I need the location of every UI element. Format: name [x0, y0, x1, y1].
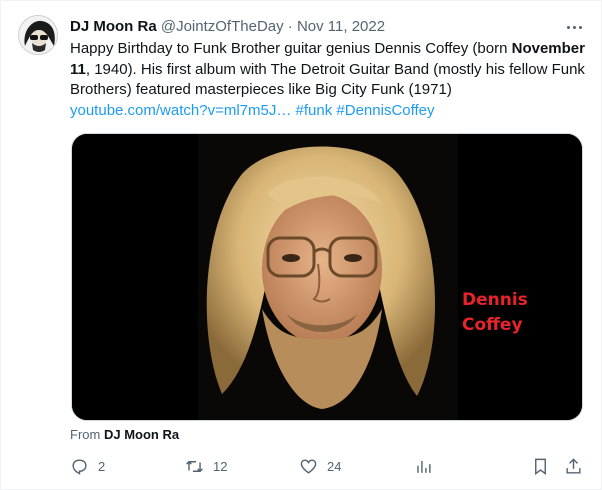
- more-dot-icon: [572, 25, 576, 29]
- retweet-count: 12: [213, 458, 228, 474]
- share-button[interactable]: [564, 455, 583, 477]
- tweet-media-image[interactable]: Dennis Coffey: [71, 133, 583, 421]
- media-caption-line1: Dennis: [462, 290, 528, 310]
- media-attribution: From DJ Moon Ra: [70, 427, 179, 443]
- header-separator: ·: [287, 18, 293, 35]
- retweet-icon: [186, 460, 203, 472]
- analytics-icon: [417, 460, 431, 473]
- author-name[interactable]: DJ Moon Ra: [70, 18, 157, 35]
- like-button[interactable]: 24: [299, 455, 341, 477]
- tweet-date[interactable]: Nov 11, 2022: [297, 18, 385, 35]
- youtube-link[interactable]: youtube.com/watch?v=ml7m5J…: [70, 102, 291, 119]
- tweet-actions: 2 12 24: [70, 455, 586, 477]
- like-count: 24: [327, 458, 342, 474]
- tweet-text-part2: , 1940). His first album with The Detroi…: [70, 60, 585, 99]
- hashtag-denniscoffey[interactable]: #DennisCoffey: [336, 102, 434, 119]
- hashtag-funk[interactable]: #funk: [296, 102, 333, 119]
- more-options-button[interactable]: [561, 15, 587, 39]
- reply-button[interactable]: 2: [70, 455, 105, 477]
- avatar-image: [19, 16, 57, 54]
- tweet-text: Happy Birthday to Funk Brother guitar ge…: [70, 39, 585, 121]
- from-prefix: From: [70, 427, 101, 442]
- views-button[interactable]: [414, 455, 433, 477]
- media-caption: Dennis Coffey: [462, 288, 528, 338]
- bookmark-icon: [535, 458, 546, 475]
- tweet-card: DJ Moon Ra @JointzOfTheDay · Nov 11, 202…: [0, 0, 602, 490]
- share-icon: [566, 457, 581, 474]
- author-handle[interactable]: @JointzOfTheDay: [161, 18, 284, 35]
- retweet-button[interactable]: 12: [185, 455, 227, 477]
- bookmark-button[interactable]: [531, 455, 550, 477]
- avatar[interactable]: [18, 15, 58, 55]
- more-dot-icon: [578, 25, 582, 29]
- reply-icon: [72, 458, 87, 475]
- media-caption-line2: Coffey: [462, 315, 523, 335]
- reply-count: 2: [98, 458, 106, 474]
- heart-icon: [300, 458, 317, 474]
- from-name[interactable]: DJ Moon Ra: [104, 427, 179, 442]
- tweet-header: DJ Moon Ra @JointzOfTheDay · Nov 11, 202…: [70, 17, 385, 37]
- portrait-image: [72, 134, 582, 420]
- more-dot-icon: [566, 25, 570, 29]
- tweet-text-part1: Happy Birthday to Funk Brother guitar ge…: [70, 40, 512, 57]
